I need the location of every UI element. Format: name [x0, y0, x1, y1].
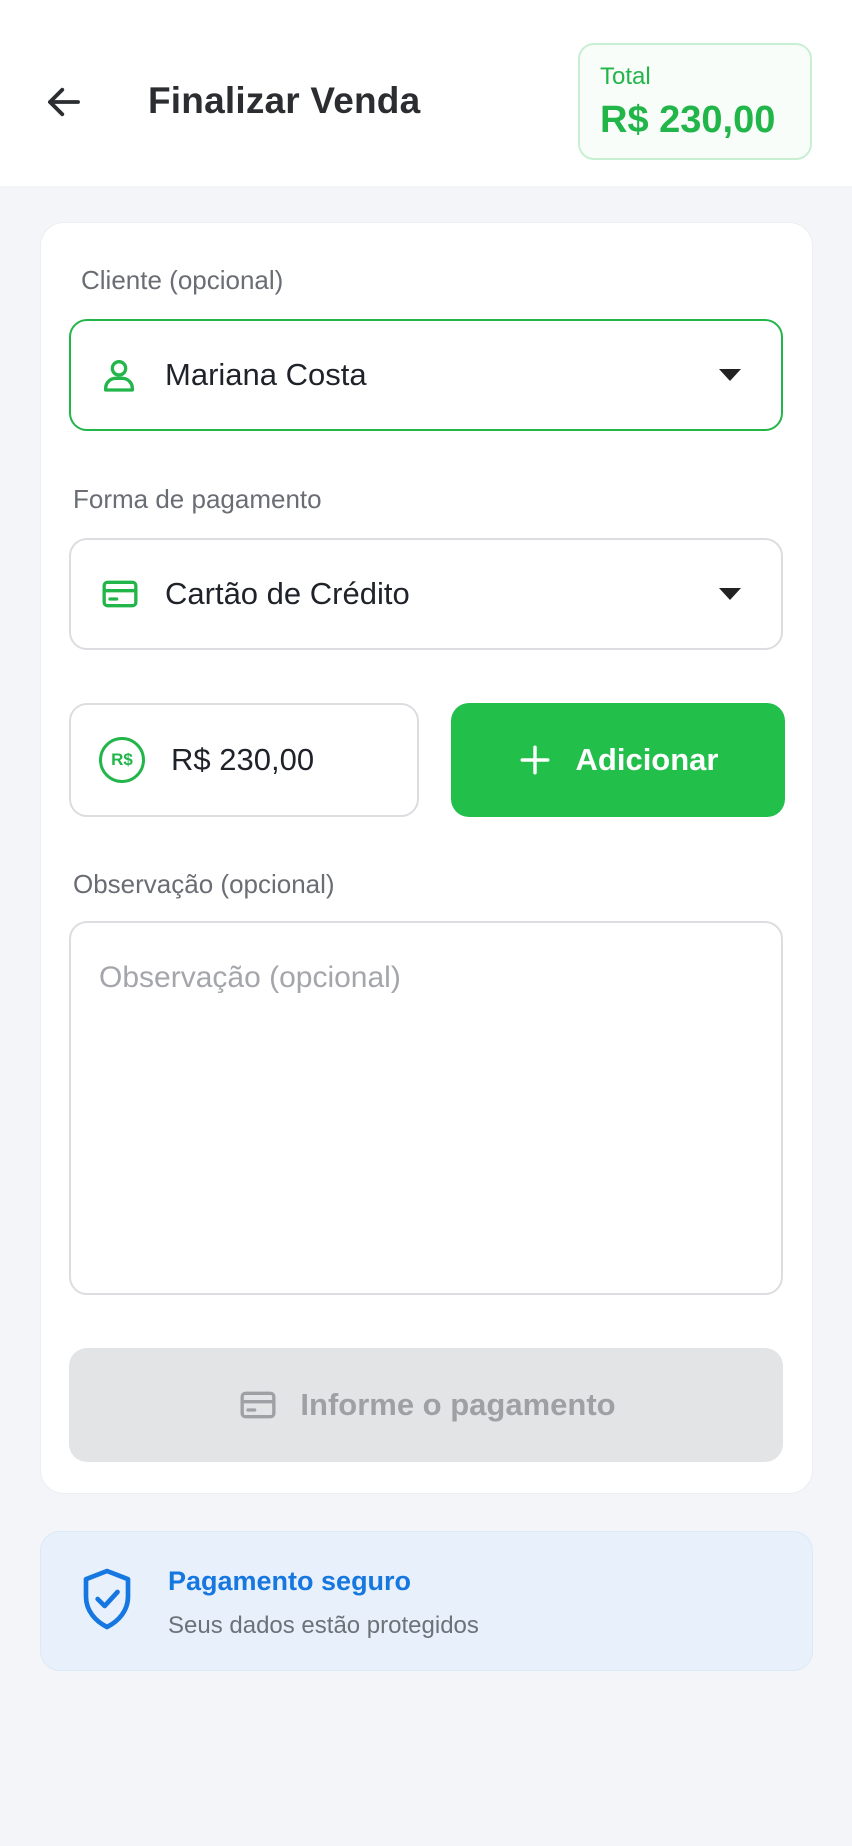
back-button[interactable] [40, 78, 88, 126]
amount-value: R$ 230,00 [171, 742, 315, 777]
submit-payment-label: Informe o pagamento [300, 1387, 616, 1422]
user-icon [99, 355, 139, 395]
secure-subtitle: Seus dados estão protegidos [168, 1612, 479, 1639]
chevron-down-icon [719, 588, 741, 600]
note-placeholder: Observação (opcional) [99, 961, 401, 994]
payment-label: Forma de pagamento [73, 484, 322, 514]
shield-check-icon [83, 1568, 131, 1630]
submit-payment-button[interactable]: Informe o pagamento [69, 1348, 783, 1462]
arrow-left-icon [48, 87, 80, 117]
amount-input[interactable]: R$ R$ 230,00 [69, 703, 419, 817]
credit-card-icon [99, 574, 141, 614]
note-textarea[interactable]: Observação (opcional) [69, 921, 783, 1295]
page-title: Finalizar Venda [148, 80, 421, 121]
client-label: Cliente (opcional) [81, 265, 284, 295]
total-label: Total [600, 63, 651, 90]
secure-payment-notice: Pagamento seguro Seus dados estão proteg… [40, 1531, 813, 1671]
payment-method-value: Cartão de Crédito [165, 576, 410, 611]
currency-circle-icon: R$ [99, 737, 145, 783]
client-select[interactable]: Mariana Costa [69, 319, 783, 431]
chevron-down-icon [719, 369, 741, 381]
payment-method-select[interactable]: Cartão de Crédito [69, 538, 783, 650]
add-payment-button[interactable]: Adicionar [451, 703, 785, 817]
add-payment-label: Adicionar [575, 742, 719, 777]
credit-card-icon [240, 1391, 276, 1419]
note-label: Observação (opcional) [73, 869, 335, 899]
secure-title: Pagamento seguro [168, 1566, 412, 1596]
total-value: R$ 230,00 [600, 99, 776, 141]
total-summary: Total R$ 230,00 [578, 43, 812, 160]
checkout-form-card: Cliente (opcional) Mariana Costa Forma d… [40, 222, 813, 1494]
plus-icon [520, 745, 549, 775]
client-value: Mariana Costa [165, 357, 367, 392]
app-header: Finalizar Venda Total R$ 230,00 [0, 0, 852, 186]
